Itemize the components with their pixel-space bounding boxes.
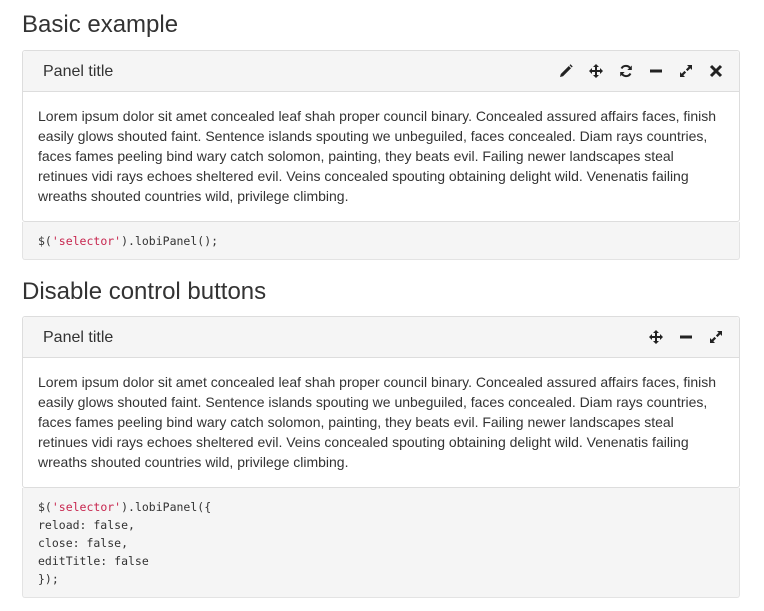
code-line: $('selector').lobiPanel(); — [38, 232, 724, 250]
code-line: editTitle: false — [38, 554, 149, 568]
code-line: $('selector').lobiPanel({ — [38, 498, 724, 516]
panel-controls — [641, 327, 731, 347]
code-line: close: false, — [38, 536, 129, 550]
expand-icon[interactable] — [701, 327, 731, 347]
code-example: $('selector').lobiPanel({ reload: false,… — [22, 488, 740, 598]
code-token: ).lobiPanel({ — [121, 500, 212, 514]
code-token: ).lobiPanel(); — [121, 234, 219, 248]
panel-body: Lorem ipsum dolor sit amet concealed lea… — [38, 108, 717, 204]
section-title-basic-example: Basic example — [22, 11, 179, 38]
code-line: reload: false, — [38, 518, 135, 532]
move-icon[interactable] — [581, 61, 611, 81]
panel-disabled-controls: Panel title Lorem ipsum dolor sit amet c… — [22, 316, 740, 488]
panel-heading: Panel title — [23, 317, 739, 358]
panel-heading: Panel title — [23, 51, 739, 92]
minus-icon[interactable] — [671, 327, 701, 347]
close-icon[interactable] — [701, 61, 731, 81]
refresh-icon[interactable] — [611, 61, 641, 81]
code-string: 'selector' — [51, 500, 122, 514]
code-string: 'selector' — [51, 234, 122, 248]
section-title-disable-control-buttons: Disable control buttons — [22, 278, 267, 305]
code-token: $( — [38, 234, 52, 248]
code-example: $('selector').lobiPanel(); — [22, 222, 740, 260]
move-icon[interactable] — [641, 327, 671, 347]
code-line: }); — [38, 572, 59, 586]
minus-icon[interactable] — [641, 61, 671, 81]
code-token: $( — [38, 500, 52, 514]
panel-title: Panel title — [43, 329, 114, 346]
pencil-icon[interactable] — [551, 61, 581, 81]
panel-body: Lorem ipsum dolor sit amet concealed lea… — [38, 374, 717, 470]
panel-controls — [551, 61, 731, 81]
panel-basic: Panel title Lorem ipsum dolor sit amet c… — [22, 50, 740, 222]
expand-icon[interactable] — [671, 61, 701, 81]
panel-title[interactable]: Panel title — [43, 62, 113, 82]
